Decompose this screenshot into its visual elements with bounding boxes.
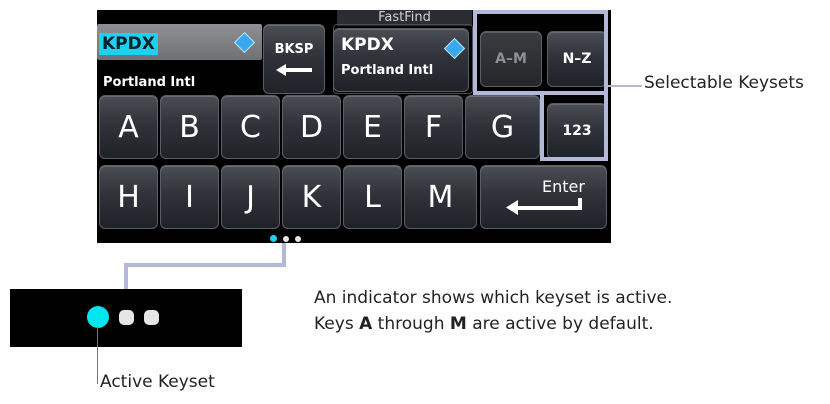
identifier-entry-value: KPDX [99,33,158,55]
desc-text: Keys [314,314,360,334]
enter-label: Enter [542,176,585,196]
key-g[interactable]: G [465,95,540,159]
fastfind-value: KPDX [341,35,394,55]
indicator-description-line2: Keys A through M are active by default. [314,314,654,334]
keyset-indicator-dot [295,236,301,242]
key-j[interactable]: J [221,165,280,229]
key-a[interactable]: A [99,95,158,159]
desc-text: are active by default. [466,314,654,334]
key-d[interactable]: D [282,95,341,159]
keysets-leader-line [608,85,642,87]
indicator-leader-drop [124,263,128,289]
indicator-zoom-panel [10,289,242,347]
fastfind-diamond-icon [443,37,466,60]
key-l[interactable]: L [343,165,402,229]
desc-key-m: M [449,314,467,334]
backspace-label: BKSP [274,41,314,57]
enter-button[interactable]: Enter [480,165,607,229]
keyset-indicator-dot-active [270,235,277,242]
key-f[interactable]: F [404,95,463,159]
key-i[interactable]: I [160,165,219,229]
key-m[interactable]: M [404,165,477,229]
identifier-entry-name: Portland Intl [103,75,196,90]
key-k[interactable]: K [282,165,341,229]
desc-text: through [372,314,450,334]
inactive-keyset-dot [144,310,159,325]
desc-key-a: A [359,314,373,334]
enter-arrow-icon [505,197,582,215]
active-keyset-leader [97,326,98,384]
selectable-keysets-callout: Selectable Keysets [644,73,804,93]
indicator-description-line1: An indicator shows which keyset is activ… [314,288,673,308]
keysets-highlight-top [473,10,608,95]
keyset-indicator-dot [283,236,289,242]
active-keyset-callout: Active Keyset [100,372,215,392]
key-b[interactable]: B [160,95,219,159]
keysets-highlight-bottom [540,91,608,161]
fastfind-result-button[interactable]: KPDX Portland Intl [333,28,469,92]
indicator-leader-horizontal [124,263,286,267]
fastfind-name: Portland Intl [341,63,434,78]
key-c[interactable]: C [221,95,280,159]
inactive-keyset-dot [119,310,134,325]
key-e[interactable]: E [343,95,402,159]
key-h[interactable]: H [99,165,158,229]
backspace-arrow-icon [276,63,312,76]
backspace-button[interactable]: BKSP [263,24,325,94]
active-keyset-dot [87,306,109,328]
